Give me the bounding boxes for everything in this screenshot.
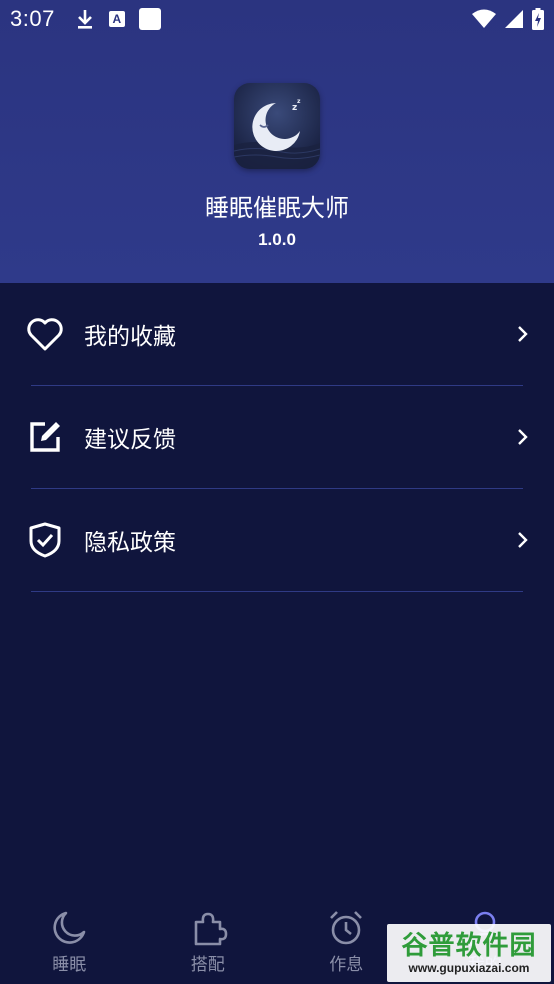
status-icons-left: A bbox=[75, 8, 161, 30]
edit-icon bbox=[26, 418, 64, 456]
shield-check-icon bbox=[26, 521, 64, 559]
menu-item-feedback[interactable]: 建议反馈 bbox=[0, 386, 554, 488]
nav-item-match[interactable]: 搭配 bbox=[139, 896, 278, 984]
square-icon bbox=[138, 8, 161, 30]
moon-logo-icon: z z bbox=[234, 98, 320, 169]
svg-text:z: z bbox=[297, 98, 301, 105]
a-icon: A bbox=[108, 11, 125, 27]
nav-label: 睡眠 bbox=[52, 955, 87, 975]
menu-item-label: 我的收藏 bbox=[84, 324, 176, 350]
chevron-right-icon bbox=[518, 326, 528, 342]
puzzle-icon bbox=[194, 912, 228, 946]
heart-icon bbox=[26, 315, 64, 353]
menu-item-label: 建议反馈 bbox=[84, 427, 176, 453]
signal-icon bbox=[505, 10, 523, 28]
alarm-clock-icon bbox=[330, 911, 363, 945]
chevron-right-icon bbox=[518, 429, 528, 445]
nav-item-sleep[interactable]: 睡眠 bbox=[0, 896, 139, 984]
download-icon bbox=[77, 10, 92, 29]
status-icons-right bbox=[472, 8, 544, 30]
status-time: 3:07 bbox=[10, 6, 55, 31]
menu-item-favorites[interactable]: 我的收藏 bbox=[0, 283, 554, 385]
menu-list: 我的收藏 建议反馈 隐私政策 bbox=[0, 283, 554, 592]
wifi-icon bbox=[472, 9, 496, 28]
menu-item-privacy-policy[interactable]: 隐私政策 bbox=[0, 489, 554, 591]
chevron-right-icon bbox=[518, 532, 528, 548]
moon-icon bbox=[53, 911, 86, 944]
watermark-title: 谷普软件园 bbox=[401, 931, 537, 961]
menu-item-label: 隐私政策 bbox=[84, 530, 176, 556]
divider bbox=[31, 591, 523, 592]
app-name: 睡眠催眠大师 bbox=[205, 194, 349, 222]
watermark-url: www.gupuxiazai.com bbox=[408, 961, 530, 975]
app-version: 1.0.0 bbox=[258, 230, 296, 249]
watermark: 谷普软件园 www.gupuxiazai.com bbox=[387, 924, 551, 982]
nav-label: 搭配 bbox=[190, 955, 225, 975]
battery-icon bbox=[532, 8, 544, 30]
app-logo: z z bbox=[234, 83, 320, 169]
status-bar: 3:07 A bbox=[0, 0, 554, 38]
header: 3:07 A z z 睡眠催眠大师 1.0.0 bbox=[0, 0, 554, 283]
nav-label: 作息 bbox=[329, 955, 364, 975]
